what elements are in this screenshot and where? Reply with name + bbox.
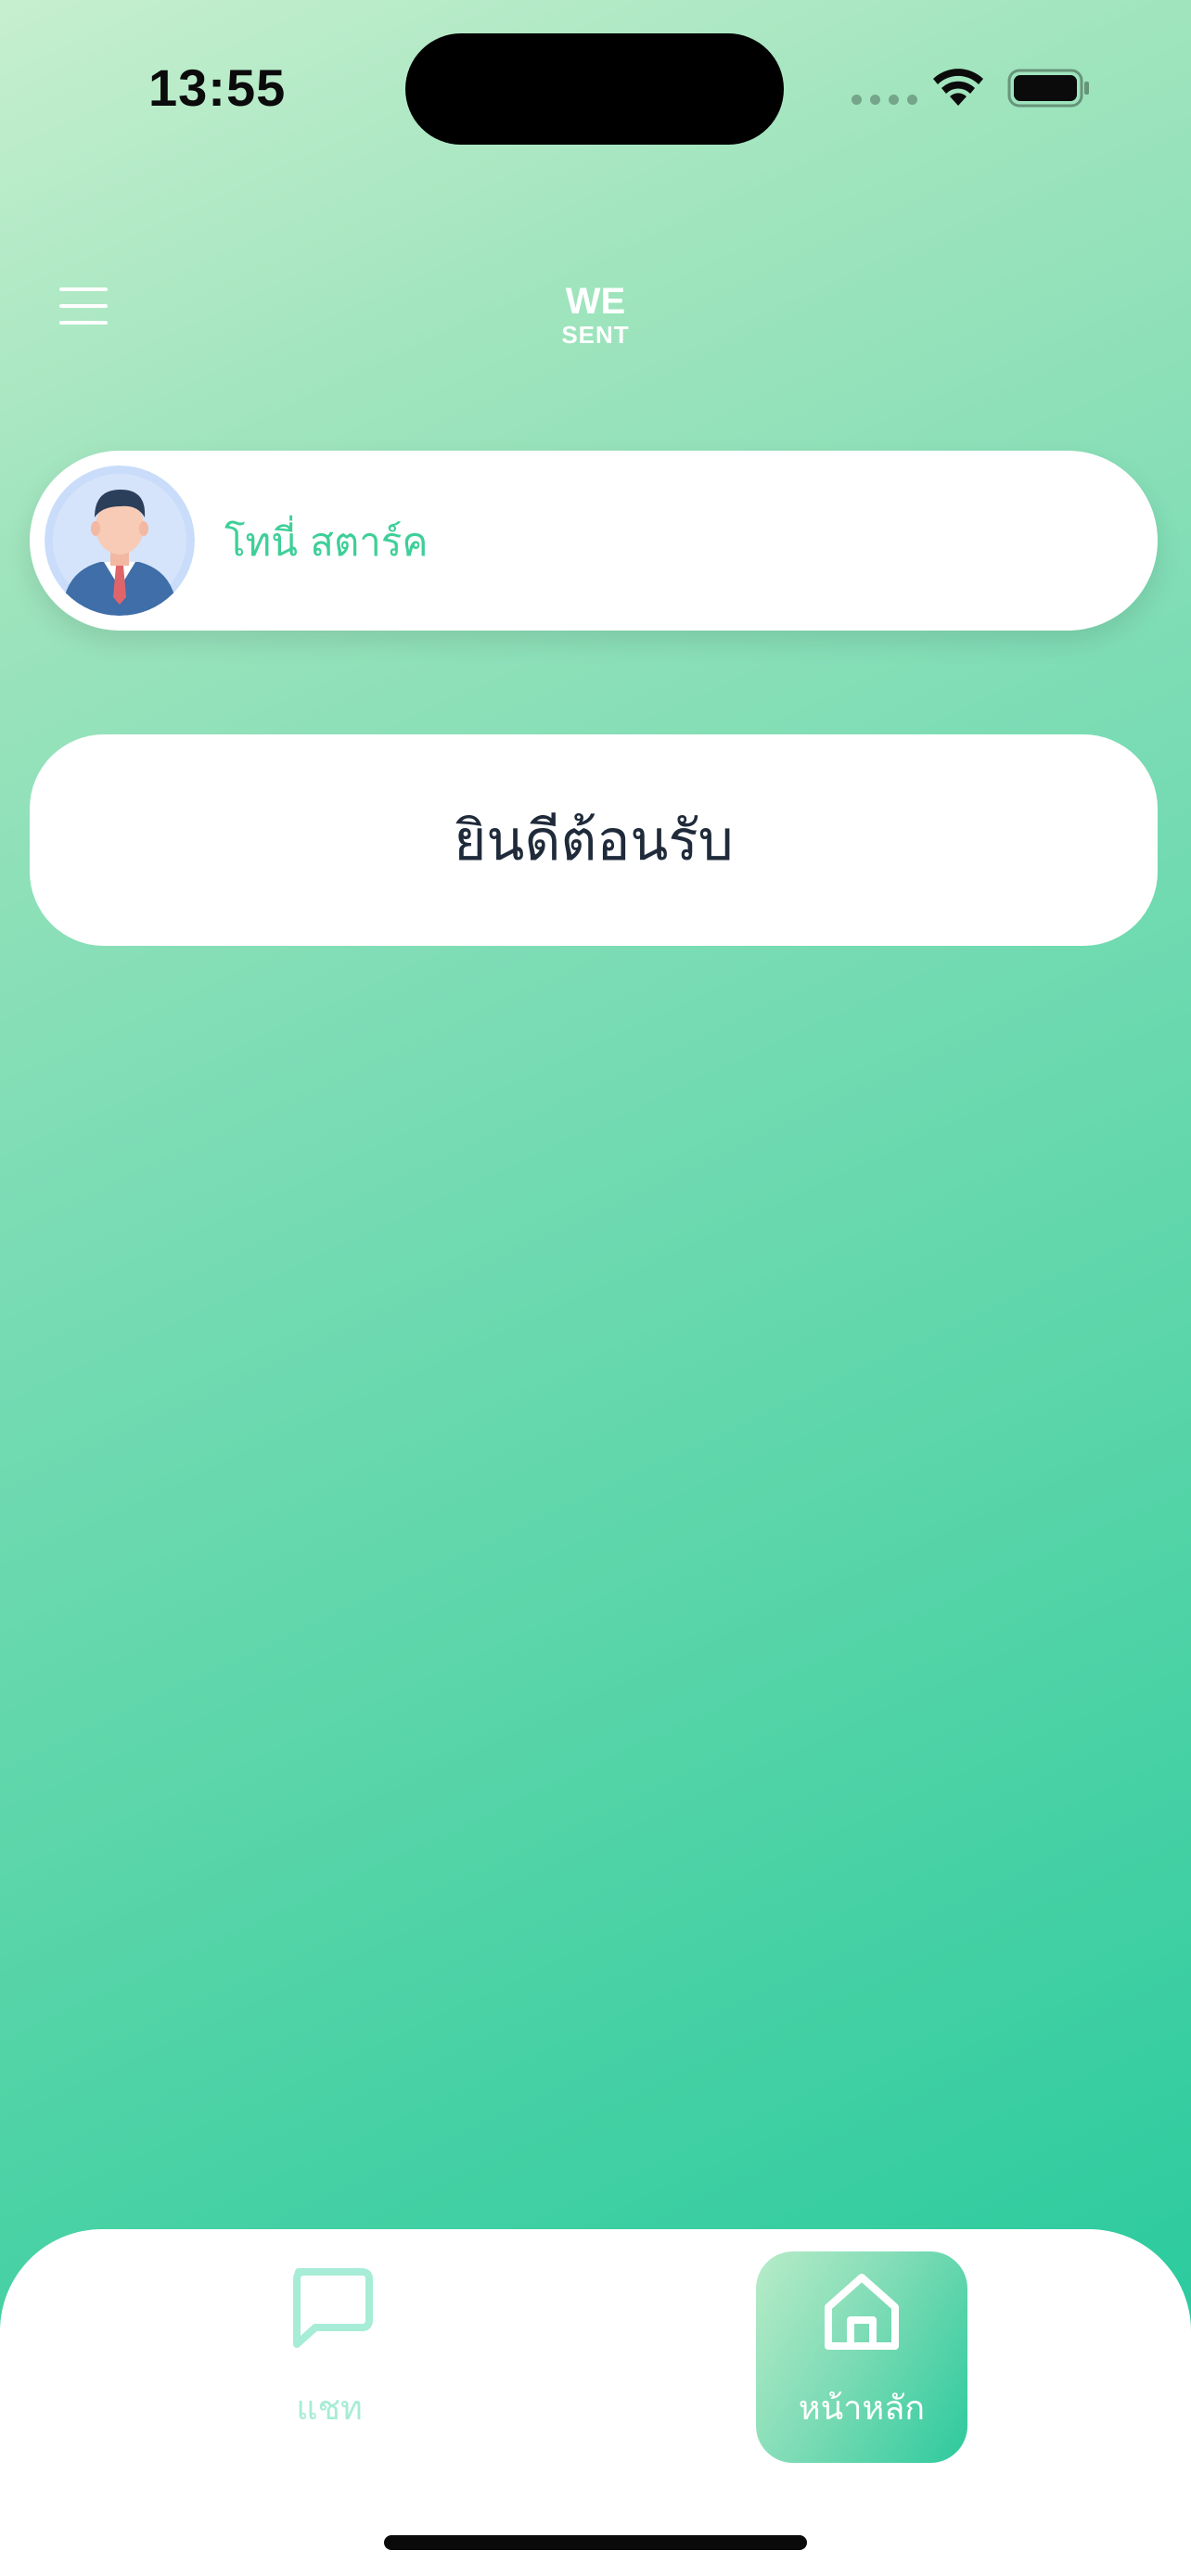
home-indicator bbox=[384, 2535, 807, 2550]
wifi-icon bbox=[933, 69, 983, 106]
hamburger-menu-icon[interactable] bbox=[59, 287, 108, 325]
welcome-card: ยินดีต้อนรับ bbox=[30, 734, 1158, 946]
signal-dots-icon bbox=[852, 95, 917, 105]
tab-chat[interactable]: แชท bbox=[260, 2266, 399, 2452]
logo-line2: SENT bbox=[561, 321, 629, 347]
logo-line1: WE bbox=[566, 281, 625, 322]
tab-home[interactable]: หน้าหลัก bbox=[756, 2251, 967, 2463]
status-time: 13:55 bbox=[148, 58, 287, 117]
tab-label: แชท bbox=[296, 2390, 363, 2428]
dynamic-island bbox=[405, 33, 784, 145]
profile-name: โทนี่ สตาร์ค bbox=[224, 519, 429, 565]
home-icon bbox=[825, 2274, 899, 2350]
logo: WE SENT bbox=[561, 281, 629, 347]
battery-icon bbox=[1007, 69, 1089, 108]
tab-label: หน้าหลัก bbox=[798, 2390, 926, 2428]
tab-bar: แชท หน้าหลัก bbox=[0, 2229, 1191, 2576]
avatar[interactable] bbox=[45, 465, 195, 616]
profile-card[interactable]: โทนี่ สตาร์ค bbox=[30, 451, 1158, 631]
chat-bubble-icon bbox=[293, 2268, 373, 2348]
welcome-text: ยินดีต้อนรับ bbox=[454, 808, 734, 874]
businessman-avatar-icon bbox=[45, 465, 195, 616]
